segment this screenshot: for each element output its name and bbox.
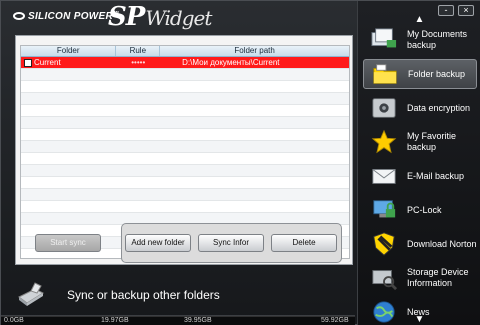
sync-info-button[interactable]: Sync Infor [198,234,264,252]
star-favorite-icon [371,129,397,154]
device-info-icon [372,270,398,291]
table-row[interactable] [21,189,349,201]
folder-backup-icon [373,64,397,84]
section-title: Sync or backup other folders [67,288,220,302]
table-row[interactable] [21,105,349,117]
row-checkbox[interactable] [24,58,32,67]
sidebar-item-star-favorite[interactable]: My Favoritie backup [363,127,477,157]
table-row[interactable]: Current ••••• D:\Мои документы\Current [21,57,349,69]
silicon-power-logo: SILICON POWER™ [13,11,119,22]
table-row[interactable] [21,93,349,105]
sidebar-item-norton-shield[interactable]: Download Norton [363,229,477,259]
sidebar-item-pc-lock[interactable]: PC-Lock [363,195,477,225]
table-row[interactable] [21,177,349,189]
table-row[interactable] [21,81,349,93]
sidebar-item-label: Data encryption [407,102,471,113]
brand-name: SILICON POWER [28,11,114,22]
storage-scale: 0.0GB 19.97GB 39.95GB 59.92GB [1,315,355,325]
sidebar-item-label: E-Mail backup [407,170,465,181]
folder-name: Current [34,58,61,67]
header: SILICON POWER™ SPWidget [1,1,357,35]
scroll-down-arrow-icon[interactable]: ▼ [358,314,480,325]
usb-drive-icon [18,282,45,306]
sidebar: - × ▲ My Documents backup Folder backup Da… [357,1,480,325]
column-header-folder[interactable]: Folder [21,46,117,56]
sidebar-item-documents-backup[interactable]: My Documents backup [363,25,477,55]
sidebar-item-envelope[interactable]: E-Mail backup [363,161,477,191]
logo-sp: SP [108,2,145,32]
sidebar-item-device-info[interactable]: Storage Device Information [363,263,477,293]
storage-label-2: 39.95GB [184,317,212,324]
sidebar-item-label: PC-Lock [407,204,442,215]
sidebar-item-folder-backup[interactable]: Folder backup [363,59,477,89]
storage-label-0: 0.0GB [4,317,24,324]
start-sync-button[interactable]: Start sync [35,234,101,252]
documents-backup-icon [371,28,397,48]
storage-label-3: 59.92GB [321,317,349,324]
delete-button[interactable]: Delete [271,234,337,252]
table-row[interactable] [21,201,349,213]
sidebar-item-label: Storage Device Information [407,267,469,288]
table-row[interactable] [21,165,349,177]
table-row[interactable] [21,69,349,81]
brand-mark-icon [13,12,25,21]
safe-encryption-icon [372,98,396,118]
sidebar-item-safe-encryption[interactable]: Data encryption [363,93,477,123]
table-row[interactable] [21,129,349,141]
sidebar-item-label: My Favoritie backup [407,131,457,152]
spwidget-logo: SPWidget [108,2,212,32]
rule-cell: ••••• [131,58,146,67]
column-header-rule[interactable]: Rule [116,46,161,56]
sidebar-item-label: Folder backup [408,68,466,79]
storage-ticks [1,316,355,317]
norton-shield-icon [373,232,395,256]
add-new-folder-button[interactable]: Add new folder [125,234,191,252]
storage-label-1: 19.97GB [101,317,129,324]
sidebar-item-label: Download Norton [407,238,477,249]
envelope-icon [372,169,396,184]
folder-cell: Current [21,58,116,67]
pc-lock-icon [373,200,396,218]
path-cell: D:\Мои документы\Current [182,58,280,67]
table-header: Folder Rule Folder path [21,46,349,57]
logo-widget: Widget [145,6,212,30]
table-row[interactable] [21,141,349,153]
column-header-path[interactable]: Folder path [160,46,349,56]
table-row[interactable] [21,117,349,129]
sidebar-item-label: My Documents backup [407,29,468,50]
app-window: SILICON POWER™ SPWidget Folder Rule Fold… [0,0,480,325]
table-row[interactable] [21,153,349,165]
